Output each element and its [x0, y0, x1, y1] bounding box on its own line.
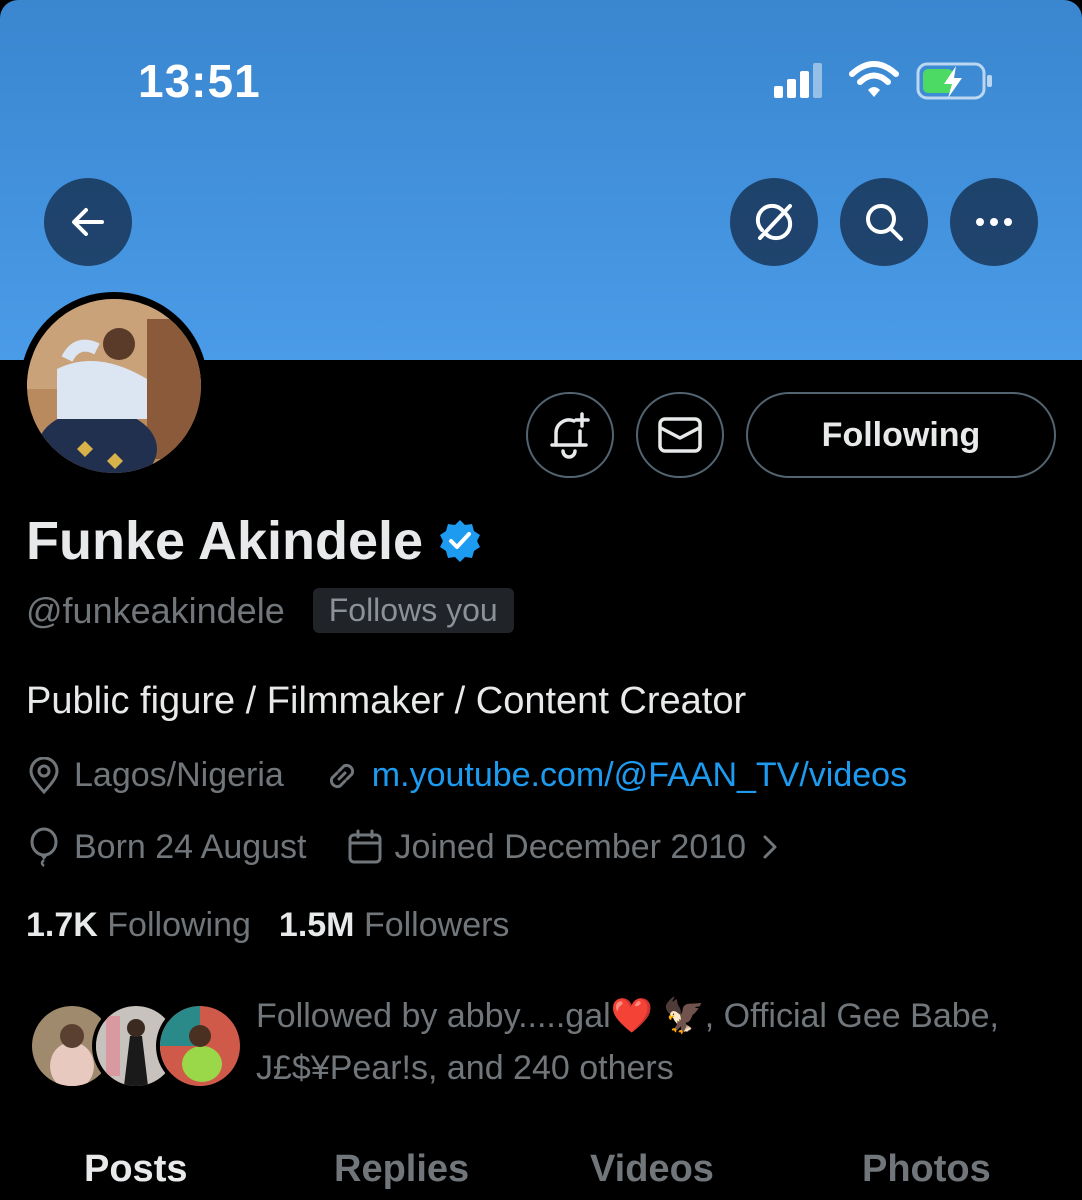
handle: @funkeakindele	[26, 589, 285, 631]
location-icon	[29, 756, 59, 794]
display-name-text: Funke Akindele	[26, 511, 424, 571]
grok-icon	[755, 203, 793, 241]
chevron-right-icon	[763, 835, 777, 859]
bio: Public figure / Filmmaker / Content Crea…	[26, 680, 747, 722]
meta-row-dates: Born 24 August Joined December 2010	[26, 827, 782, 867]
follows-you-badge: Follows you	[312, 588, 514, 633]
followers-count: 1.5M	[278, 906, 355, 944]
notify-button[interactable]	[526, 392, 614, 478]
tab-videos[interactable]: Videos	[590, 1148, 714, 1191]
website-link[interactable]: m.youtube.com/@FAAN_TV/videos	[372, 756, 907, 795]
status-icons	[772, 60, 996, 104]
following-label: Following	[107, 906, 251, 944]
meta-row-location: Lagos/Nigeria m.youtube.com/@FAAN_TV/vid…	[26, 756, 907, 795]
location-text: Lagos/Nigeria	[74, 756, 284, 794]
follow-stats: 1.7K Following 1.5M Followers	[26, 906, 509, 945]
message-button[interactable]	[636, 392, 724, 478]
following-button[interactable]: Following	[746, 392, 1056, 478]
status-time: 13:51	[138, 55, 261, 107]
signal-icon	[774, 63, 822, 98]
following-stat[interactable]: 1.7K Following	[26, 906, 251, 945]
search-button[interactable]	[840, 178, 928, 266]
back-button[interactable]	[44, 178, 132, 266]
more-icon	[976, 218, 1012, 226]
calendar-icon	[348, 829, 382, 864]
avatar-photo	[27, 299, 201, 473]
joined-item[interactable]: Joined December 2010	[347, 828, 783, 867]
verified-badge-icon[interactable]	[437, 518, 483, 564]
notify-plus-icon	[550, 412, 590, 459]
followed-by-line2: J£$¥Pear!s, and 240 others	[256, 1049, 674, 1087]
back-arrow-icon	[72, 208, 104, 236]
more-button[interactable]	[950, 178, 1038, 266]
link-icon	[329, 763, 354, 788]
tab-posts[interactable]: Posts	[84, 1148, 187, 1191]
grok-button[interactable]	[730, 178, 818, 266]
followers-label: Followers	[363, 906, 510, 944]
tab-photos[interactable]: Photos	[862, 1148, 991, 1191]
website-item[interactable]: m.youtube.com/@FAAN_TV/videos	[324, 756, 907, 795]
followed-by-line1: Followed by abby.....gal❤️ 🦅, Official G…	[256, 997, 999, 1035]
joined-text: Joined December 2010	[394, 827, 747, 866]
followed-by-avatars[interactable]	[28, 1002, 244, 1090]
birthday-text: Born 24 August	[74, 827, 307, 866]
followers-stat[interactable]: 1.5M Followers	[279, 906, 510, 945]
battery-icon	[916, 62, 992, 100]
display-name: Funke Akindele	[26, 510, 483, 572]
followed-by-text[interactable]: Followed by abby.....gal❤️ 🦅, Official G…	[256, 990, 1056, 1094]
following-count: 1.7K	[26, 906, 98, 944]
search-icon	[866, 204, 903, 241]
wifi-icon	[849, 61, 899, 97]
mail-icon	[658, 417, 702, 453]
handle-row: @funkeakindele Follows you	[26, 588, 514, 633]
follower-avatar	[156, 1002, 244, 1090]
profile-avatar[interactable]	[20, 292, 208, 480]
location-item: Lagos/Nigeria	[26, 756, 284, 795]
birthday-item: Born 24 August	[26, 827, 307, 867]
tab-replies[interactable]: Replies	[334, 1148, 469, 1191]
profile-tabs: Posts Replies Videos Photos	[0, 1140, 1082, 1200]
birthday-balloon-icon	[30, 827, 58, 867]
